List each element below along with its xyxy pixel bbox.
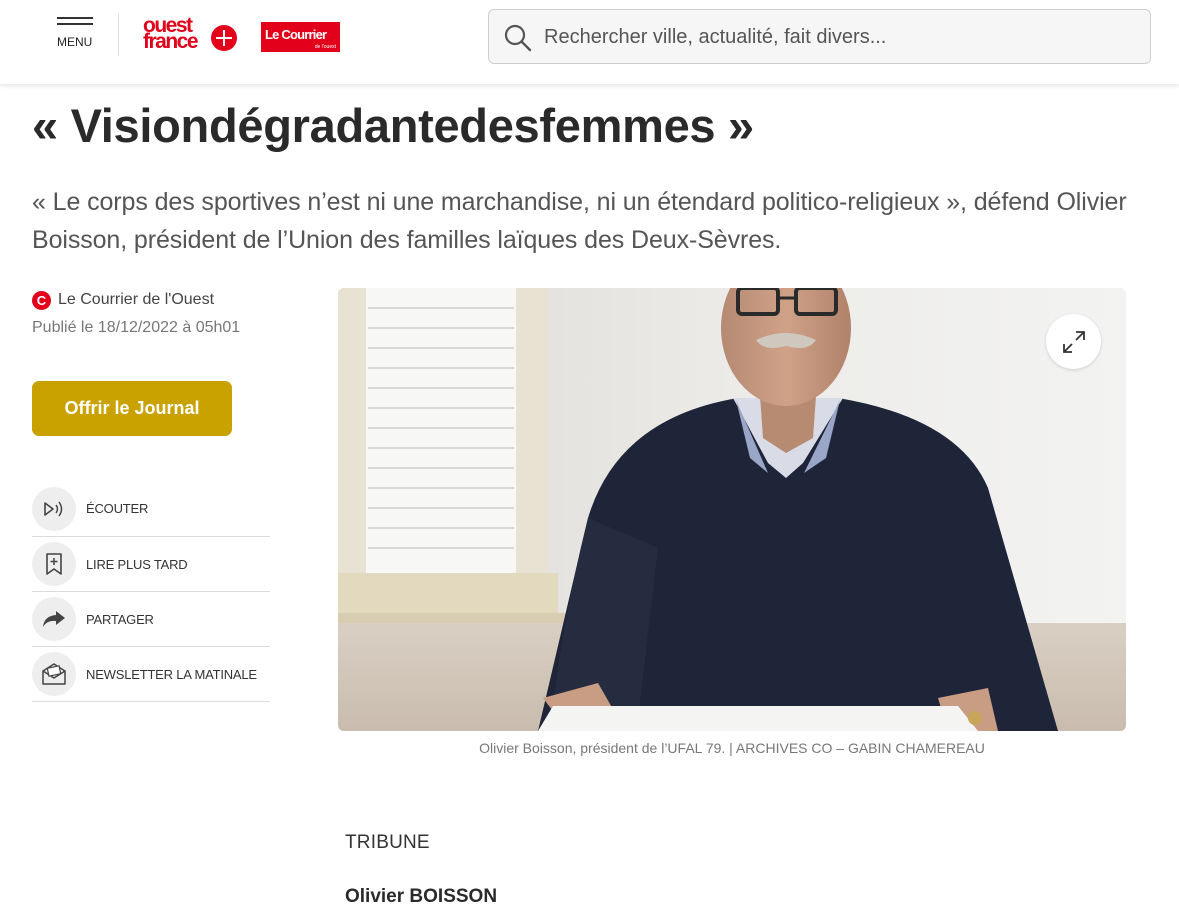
search-icon	[504, 24, 532, 52]
logo-france-text: france	[143, 30, 199, 53]
share-icon	[32, 597, 76, 641]
menu-button[interactable]: MENU	[57, 17, 95, 51]
article-title: « Visiondégradantedesfemmes »	[32, 99, 754, 152]
search-bar[interactable]	[488, 9, 1151, 64]
newsletter-label: NEWSLETTER LA MATINALE	[86, 666, 257, 682]
bookmark-icon	[32, 542, 76, 586]
ouest-france-emblem-icon	[211, 25, 237, 51]
photo-caption: Olivier Boisson, président de l’UFAL 79.…	[479, 740, 985, 756]
article-author: Olivier BOISSON	[345, 886, 498, 907]
portrait-image	[338, 288, 1126, 731]
share-label: PARTAGER	[86, 611, 154, 627]
search-input[interactable]	[544, 20, 1134, 54]
publication-date: Publié le 18/12/2022 à 05h01	[32, 319, 241, 336]
newsletter-icon	[32, 652, 76, 696]
header-divider	[118, 13, 119, 56]
hamburger-icon	[57, 17, 95, 25]
article-lead: « Le corps des sportives n’est ni une ma…	[32, 188, 1127, 254]
site-header: MENU ouest france Le Courrier de l'ouest	[0, 0, 1179, 84]
menu-label: MENU	[57, 35, 93, 49]
newsletter-action[interactable]: NEWSLETTER LA MATINALE	[32, 647, 270, 702]
offer-journal-button[interactable]: Offrir le Journal	[32, 381, 232, 436]
listen-label: ÉCOUTER	[86, 501, 149, 516]
logo-courrier-subtext: de l'ouest	[314, 44, 336, 50]
article-source[interactable]: C Le Courrier de l'Ouest	[32, 289, 214, 311]
le-courrier-logo[interactable]: Le Courrier de l'ouest	[261, 22, 340, 52]
expand-icon	[1062, 330, 1085, 353]
expand-image-button[interactable]	[1046, 314, 1101, 369]
courrier-source-icon: C	[32, 290, 51, 310]
listen-action[interactable]: ÉCOUTER	[32, 481, 270, 537]
source-name: Le Courrier de l'Ouest	[58, 291, 215, 308]
share-action[interactable]: PARTAGER	[32, 592, 270, 647]
read-later-action[interactable]: LIRE PLUS TARD	[32, 537, 270, 592]
ouest-france-logo[interactable]: ouest france	[143, 15, 238, 56]
read-later-label: LIRE PLUS TARD	[86, 556, 188, 572]
logo-courrier-text: Le Courrier	[265, 27, 327, 42]
speaker-icon	[32, 486, 76, 531]
article-photo[interactable]	[338, 288, 1126, 731]
article-actions: ÉCOUTER LIRE PLUS TARD PARTAGER NEWSLETT…	[32, 481, 270, 702]
section-tag: TRIBUNE	[345, 832, 430, 853]
